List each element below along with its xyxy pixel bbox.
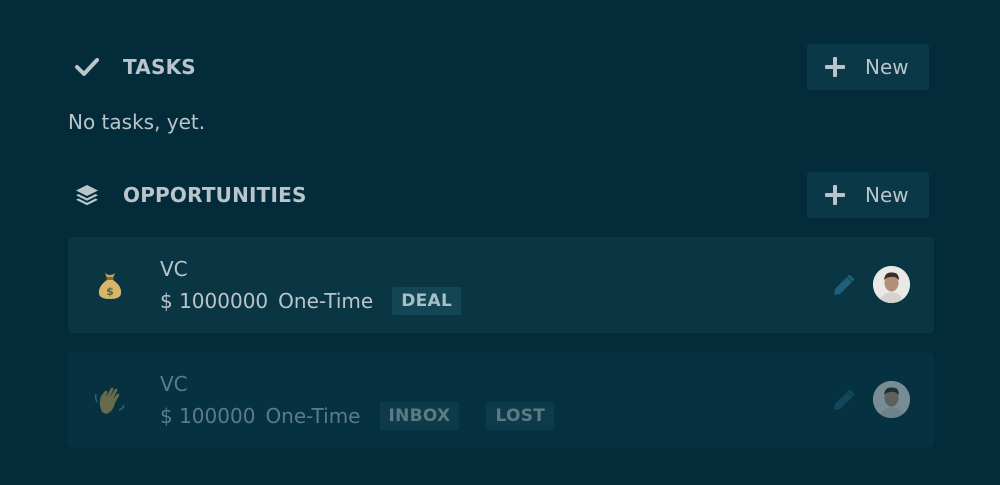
pencil-icon[interactable] [830,388,856,414]
opportunity-amount: $ 1000000 [160,289,269,313]
record-panel: TASKS New No tasks, yet. OPPORTUNITIES N… [0,0,1000,485]
tasks-title: TASKS [123,55,196,79]
layers-icon [68,172,106,218]
opportunities-title: OPPORTUNITIES [123,183,307,207]
tasks-section-header: TASKS New [68,44,929,90]
new-task-button[interactable]: New [807,44,929,90]
opportunity-card[interactable]: VC $ 100000 One-Time INBOX LOST [68,352,934,448]
money-bag-icon: $ [92,267,128,303]
avatar[interactable] [873,381,910,418]
opportunity-card[interactable]: $ VC $ 1000000 One-Time DEAL [68,237,934,333]
pencil-icon[interactable] [830,273,856,299]
opportunity-frequency: One-Time [278,289,374,313]
waving-hand-icon [92,382,128,418]
opportunity-title: VC [160,372,188,396]
plus-icon [825,185,845,205]
tasks-empty-message: No tasks, yet. [68,110,206,134]
status-badge: DEAL [392,287,462,315]
opportunity-title: VC [160,257,188,281]
new-opportunity-button[interactable]: New [807,172,929,218]
new-opportunity-label: New [865,183,909,207]
plus-icon [825,57,845,77]
opportunity-frequency: One-Time [265,404,361,428]
status-badge: INBOX [379,402,460,430]
opportunity-amount: $ 100000 [160,404,256,428]
opportunity-details: $ 1000000 One-Time DEAL [160,287,462,315]
new-task-label: New [865,55,909,79]
avatar[interactable] [873,266,910,303]
checkmark-icon [68,44,106,90]
svg-text:$: $ [106,285,114,298]
opportunity-details: $ 100000 One-Time INBOX LOST [160,402,555,430]
opportunities-section-header: OPPORTUNITIES New [68,172,929,218]
status-badge: LOST [486,402,555,430]
